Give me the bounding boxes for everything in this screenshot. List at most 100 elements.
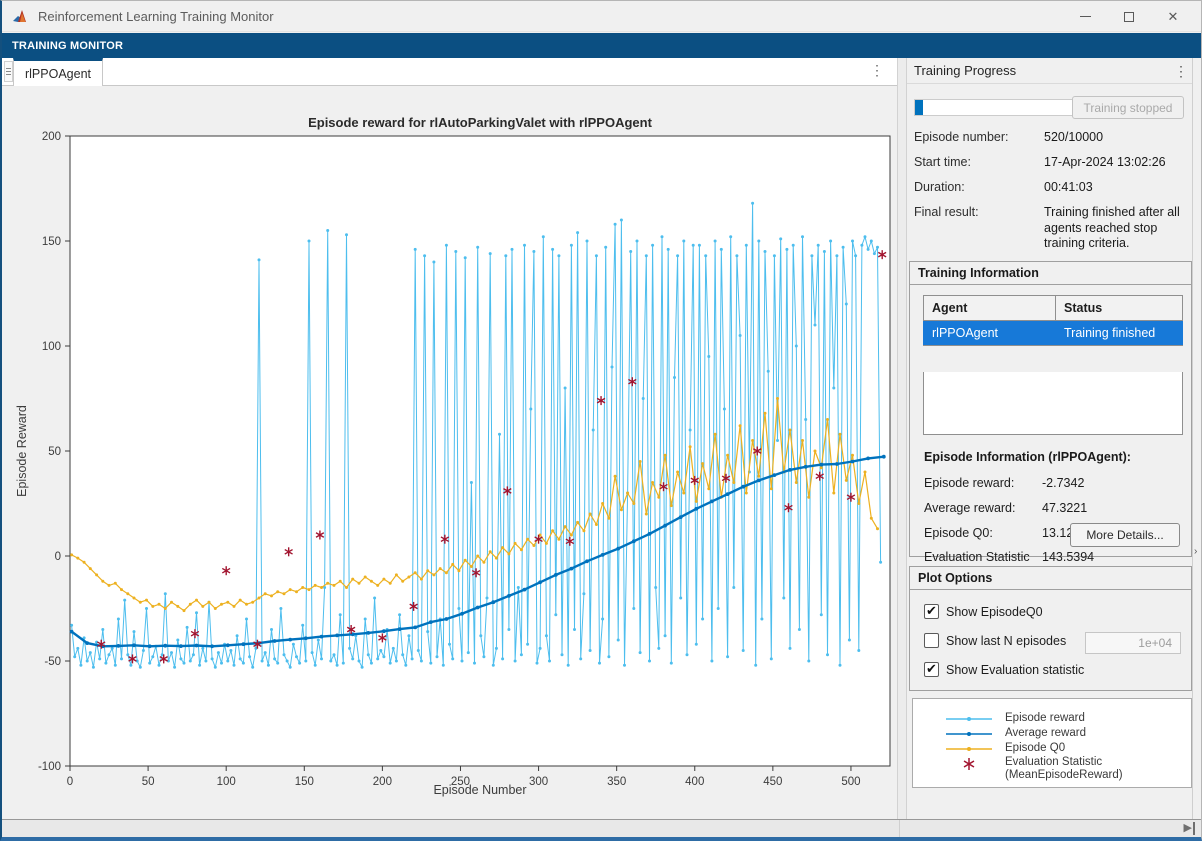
episode-reward-series-marker <box>111 647 114 650</box>
episode-reward-chart[interactable]: Episode reward for rlAutoParkingValet wi… <box>2 86 897 819</box>
episode-q0-series-marker <box>476 555 479 558</box>
agents-table-header-status[interactable]: Status <box>1056 296 1183 321</box>
episode-reward-series-marker <box>429 662 432 665</box>
episode-reward-series-marker <box>267 664 270 667</box>
agents-table-header-agent[interactable]: Agent <box>924 296 1056 321</box>
average-reward-series-marker <box>694 507 698 511</box>
agents-table-empty-area <box>923 372 1183 435</box>
episode-reward-series-marker <box>482 655 485 658</box>
episode-reward-series-marker <box>623 664 626 667</box>
evaluation-statistic-label: Evaluation Statistic <box>924 550 1042 564</box>
y-tick-label: 100 <box>42 341 61 353</box>
average-reward-series-marker <box>148 644 152 648</box>
training-stopped-button[interactable]: Training stopped <box>1072 96 1184 119</box>
agents-table[interactable]: Agent Status rlPPOAgent Training finishe… <box>923 295 1183 346</box>
y-axis-label: Episode Reward <box>15 405 29 497</box>
tab-rlppoagent[interactable]: rlPPOAgent <box>13 58 103 86</box>
episode-q0-series-marker <box>726 454 729 457</box>
ribbon-tab-training-monitor[interactable]: TRAINING MONITOR <box>2 40 133 52</box>
skip-end-icon[interactable]: ▶ <box>1184 822 1195 835</box>
episode-reward-series-marker <box>617 639 620 642</box>
average-reward-series-marker <box>413 626 417 630</box>
episode-q0-series-marker <box>714 433 717 436</box>
panel-splitter[interactable] <box>897 58 907 819</box>
minimize-button[interactable] <box>1063 1 1107 32</box>
option-show-last-n[interactable]: Show last N episodes <box>924 633 1066 648</box>
episode-reward-series-marker <box>823 250 826 253</box>
average-reward-series-marker <box>835 462 839 466</box>
episode-q0-series-marker <box>189 603 192 606</box>
legend-entry[interactable]: Episode Q0 <box>941 741 1191 756</box>
episode-q0-series-marker <box>389 582 392 585</box>
episode-reward-series-marker <box>486 597 489 600</box>
episode-reward-series-marker <box>639 651 642 654</box>
evaluation-checkbox[interactable] <box>924 662 939 677</box>
episode-reward-series-marker <box>667 248 670 251</box>
legend-entry[interactable]: Evaluation Statistic(MeanEpisodeReward) <box>941 756 1191 771</box>
close-button[interactable]: ✕ <box>1151 1 1195 32</box>
episode-reward-series-marker <box>448 643 451 646</box>
right-collapse-rail[interactable]: › <box>1192 58 1202 819</box>
episode-reward-series-marker <box>126 653 129 656</box>
episode-reward-series-marker <box>657 647 660 650</box>
legend-entry[interactable]: Episode reward <box>941 711 1191 726</box>
status-cell: Training finished <box>1056 321 1183 346</box>
episode-reward-series-marker <box>776 439 779 442</box>
episode-q0-series-marker <box>245 603 248 606</box>
episode-reward-series-marker <box>742 649 745 652</box>
grip-icon[interactable] <box>4 61 13 82</box>
episode-reward-series-marker <box>573 628 576 631</box>
start-time-label: Start time: <box>914 155 1044 169</box>
episode-reward-series-marker <box>820 613 823 616</box>
episode-reward-series-marker <box>173 666 176 669</box>
episode-reward-series-marker <box>517 586 520 589</box>
option-show-episodeq0[interactable]: Show EpisodeQ0 <box>924 604 1043 619</box>
episode-reward-series-marker <box>826 653 829 656</box>
last-n-checkbox[interactable] <box>924 633 939 648</box>
episode-reward-series-marker <box>358 660 361 663</box>
episode-reward-series-marker <box>139 666 142 669</box>
episode-q0-series-marker <box>870 517 873 520</box>
table-row[interactable]: rlPPOAgent Training finished <box>924 321 1183 346</box>
episode-reward-series-marker <box>632 607 635 610</box>
episode-reward-series-marker <box>654 586 657 589</box>
episode-reward-series-marker <box>564 387 567 390</box>
final-result-row: Final result:Training finished after all… <box>914 205 1186 252</box>
last-n-episodes-input[interactable]: 1e+04 <box>1085 632 1181 654</box>
episode-reward-series-marker <box>682 240 685 243</box>
episode-reward-series-marker <box>423 254 426 257</box>
episode-q0-series-marker <box>582 529 585 532</box>
average-reward-series-marker <box>132 643 136 647</box>
maximize-button[interactable] <box>1107 1 1151 32</box>
chart-panel[interactable]: Episode reward for rlAutoParkingValet wi… <box>2 86 897 819</box>
episodeq0-checkbox[interactable] <box>924 604 939 619</box>
option-show-evaluation[interactable]: Show Evaluation statistic <box>924 662 1084 677</box>
more-details-button[interactable]: More Details... <box>1070 523 1180 547</box>
episode-q0-series-marker <box>764 412 767 415</box>
legend-entry[interactable]: Average reward <box>941 726 1191 741</box>
episode-q0-series-marker <box>158 603 161 606</box>
episode-reward-series-marker <box>873 252 876 255</box>
episode-reward-series-marker <box>79 664 82 667</box>
episode-reward-series-marker <box>276 662 279 665</box>
average-reward-series-marker <box>788 468 792 472</box>
episode-reward-series-marker <box>595 254 598 257</box>
episode-reward-series-marker <box>801 235 804 238</box>
episode-reward-series-marker <box>636 240 639 243</box>
chart-legend[interactable]: Episode rewardAverage rewardEpisode Q0Ev… <box>912 698 1192 788</box>
episode-reward-series-marker <box>326 229 329 232</box>
episode-reward-series-marker <box>707 355 710 358</box>
episode-reward-series-marker <box>464 256 467 259</box>
average-reward-series-marker <box>585 559 589 563</box>
average-reward-series-marker <box>288 638 292 642</box>
panel-menu-dots-icon[interactable]: ⋮ <box>1174 63 1188 80</box>
episode-reward-series-marker <box>236 634 239 637</box>
average-reward-series-marker <box>460 612 464 616</box>
episode-reward-series-marker <box>98 657 101 660</box>
episode-reward-series-marker <box>735 254 738 257</box>
episode-q0-series-marker <box>632 502 635 505</box>
tab-menu-dots-icon[interactable]: ⋮ <box>869 62 885 79</box>
average-reward-series-marker <box>757 479 761 483</box>
episode-reward-series-marker <box>779 237 782 240</box>
episode-reward-series-marker <box>782 597 785 600</box>
